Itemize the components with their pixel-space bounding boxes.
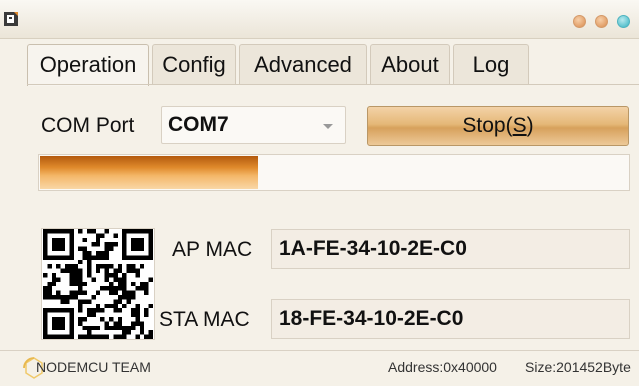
minimize-button[interactable]	[573, 15, 586, 28]
ap-mac-label: AP MAC	[172, 238, 253, 261]
tab-advanced[interactable]: Advanced	[239, 44, 367, 84]
close-button[interactable]	[617, 15, 630, 28]
app-icon	[4, 12, 18, 26]
status-bar: NODEMCU TEAM Address:0x40000 Size:201452…	[0, 350, 639, 386]
sta-mac-label: STA MAC	[159, 308, 250, 331]
stop-button[interactable]: Stop(S)	[367, 106, 629, 146]
tab-log[interactable]: Log	[453, 44, 529, 84]
stop-button-label: Stop(	[462, 114, 513, 137]
sta-mac-field[interactable]: 18-FE-34-10-2E-C0	[271, 299, 630, 339]
progress-fill	[40, 156, 258, 189]
qr-code	[41, 228, 155, 340]
stop-button-suffix: )	[526, 114, 534, 137]
com-port-value: COM7	[168, 113, 229, 136]
stop-button-mnemonic: S	[512, 114, 527, 137]
ap-mac-field[interactable]: 1A-FE-34-10-2E-C0	[271, 229, 630, 269]
tab-about[interactable]: About	[370, 44, 450, 84]
chevron-down-icon	[323, 124, 333, 129]
tab-config[interactable]: Config	[152, 44, 236, 84]
progress-bar	[38, 154, 630, 191]
size-label: Size:201452Byte	[525, 359, 631, 375]
tab-divider	[27, 84, 639, 85]
tab-operation[interactable]: Operation	[27, 44, 149, 86]
team-label: NODEMCU TEAM	[36, 359, 151, 375]
address-label: Address:0x40000	[388, 359, 497, 375]
maximize-button[interactable]	[595, 15, 608, 28]
title-bar	[0, 0, 639, 39]
com-port-label: COM Port	[41, 114, 135, 137]
com-port-select[interactable]: COM7	[161, 106, 346, 144]
qr-code-icon	[43, 229, 153, 339]
